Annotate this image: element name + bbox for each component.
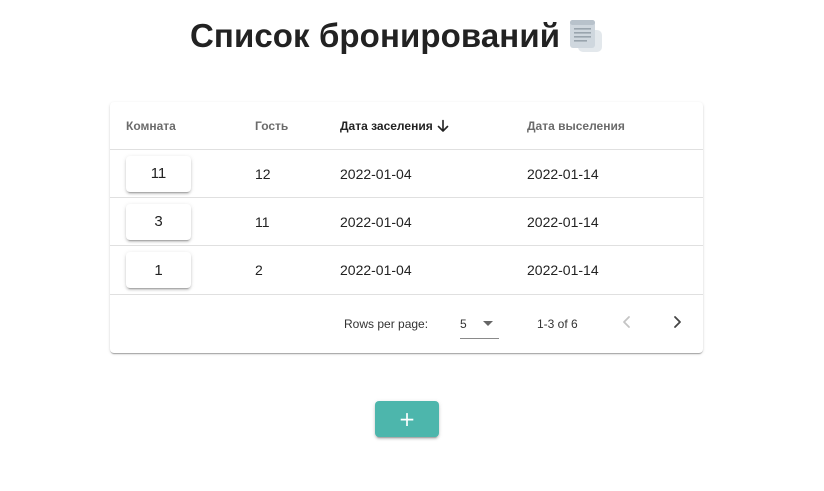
- check-in-cell: 2022-01-04: [340, 262, 412, 278]
- column-header-guest-label: Гость: [255, 118, 289, 133]
- table-pagination: Rows per page: 5 1-3 of 6: [110, 295, 703, 353]
- arrow-down-icon[interactable]: [436, 119, 450, 133]
- room-button[interactable]: 3: [126, 203, 191, 240]
- table-row: 1 2 2022-01-04 2022-01-14: [110, 246, 703, 295]
- pagination-range: 1-3 of 6: [537, 317, 578, 331]
- check-in-cell: 2022-01-04: [340, 213, 412, 230]
- room-button[interactable]: 1: [126, 252, 191, 288]
- check-in-cell: 2022-01-04: [340, 165, 412, 182]
- guest-cell: 11: [255, 213, 270, 230]
- column-header-check-in[interactable]: Дата заселения: [340, 102, 450, 149]
- column-header-check-out-label: Дата выселения: [527, 118, 625, 133]
- plus-icon: +: [398, 407, 416, 431]
- bookings-table-card: Комната Гость Дата заселения Дата выселе…: [110, 102, 703, 353]
- page-header: Список бронирований: [190, 14, 604, 58]
- check-out-cell: 2022-01-14: [527, 213, 599, 230]
- column-header-room-label: Комната: [126, 118, 176, 133]
- check-out-cell: 2022-01-14: [527, 262, 599, 278]
- table-row: 3 11 2022-01-04 2022-01-14: [110, 198, 703, 246]
- room-cell: 1: [126, 246, 191, 294]
- scroll-icon: [568, 18, 604, 54]
- add-booking-button[interactable]: +: [375, 401, 439, 437]
- chevron-right-icon: [670, 315, 684, 334]
- caret-down-icon: [483, 321, 493, 326]
- room-cell: 3: [126, 198, 191, 245]
- guest-cell: 12: [255, 165, 271, 182]
- room-button[interactable]: 11: [126, 155, 191, 192]
- column-header-check-in-label: Дата заселения: [340, 118, 433, 133]
- column-header-check-out[interactable]: Дата выселения: [527, 102, 625, 149]
- column-header-guest[interactable]: Гость: [255, 102, 288, 149]
- page-title: Список бронирований: [190, 17, 561, 54]
- check-out-cell: 2022-01-14: [527, 165, 599, 182]
- table-row: 11 12 2022-01-04 2022-01-14: [110, 150, 703, 198]
- rows-per-page-select[interactable]: 5: [460, 309, 499, 339]
- column-header-room[interactable]: Комната: [126, 102, 176, 149]
- guest-cell: 2: [255, 262, 263, 278]
- rows-per-page-value: 5: [460, 316, 467, 331]
- chevron-left-icon: [620, 315, 634, 334]
- previous-page-button[interactable]: [614, 311, 640, 337]
- table-header-row: Комната Гость Дата заселения Дата выселе…: [110, 102, 703, 150]
- rows-per-page-label: Rows per page:: [344, 317, 429, 331]
- room-cell: 11: [126, 150, 191, 197]
- next-page-button[interactable]: [664, 311, 690, 337]
